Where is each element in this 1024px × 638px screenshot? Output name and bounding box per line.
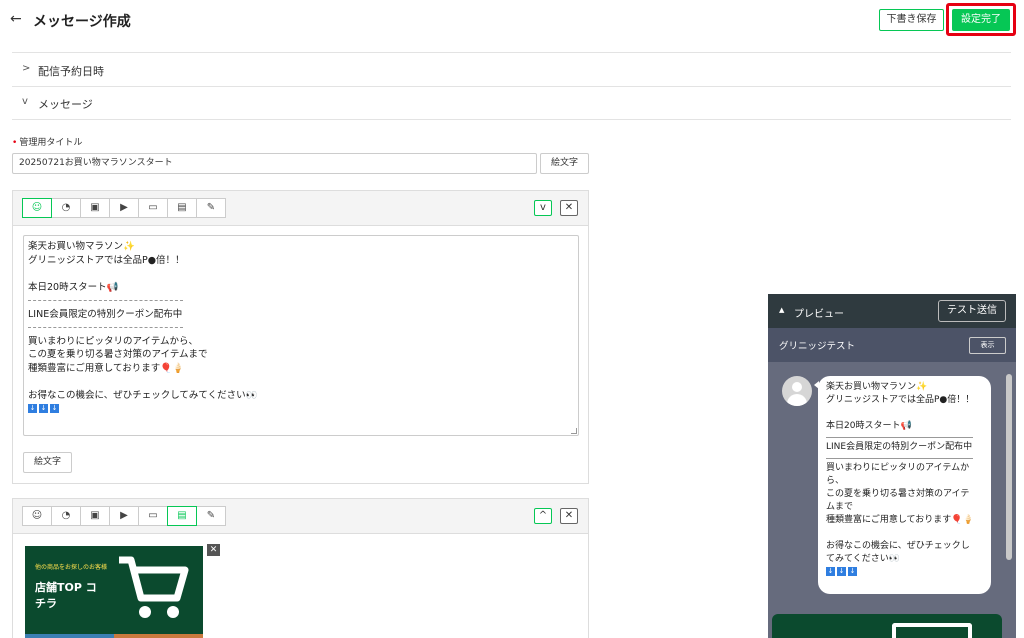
chevron-right-icon: > — [22, 63, 31, 74]
arrow-down-icon: ↓ — [50, 404, 59, 413]
banner-headline: 店舗TOP コチラ — [35, 581, 97, 610]
image-icon[interactable]: ▣ — [80, 198, 110, 218]
arrow-down-icon: ↓ — [848, 567, 857, 576]
text-separator — [28, 294, 574, 308]
rich-message-banner[interactable]: 他の商品をお探しのお客様 店舗TOP コチラ — [25, 546, 203, 638]
banner-caption: 他の商品をお探しのお客様 — [35, 564, 108, 571]
folder-icon[interactable]: ▭ — [138, 506, 168, 526]
required-mark: • — [12, 138, 18, 148]
pencil-icon[interactable]: ✎ — [196, 506, 226, 526]
text-line: 本日20時スタート📢 — [28, 281, 119, 293]
account-name: グリニッジテスト — [779, 341, 856, 352]
preview-banner — [772, 614, 1002, 638]
text-separator — [28, 321, 574, 335]
bubble-line: 買いまわりにピッタリのアイテムか — [826, 463, 970, 473]
bubble-separator — [826, 433, 983, 441]
show-button[interactable]: 表示 — [969, 337, 1006, 354]
text-bubble-icon[interactable]: ☺ — [22, 198, 52, 218]
video-icon[interactable]: ▶ — [109, 506, 139, 526]
section-message[interactable]: v メッセージ — [12, 87, 1011, 119]
preview-account-bar: グリニッジテスト 表示 — [768, 328, 1016, 362]
folder-icon[interactable]: ▭ — [138, 198, 168, 218]
bubble-line: LINE会員限定の特別クーポン配布中 — [826, 442, 973, 452]
back-arrow-icon[interactable]: ← — [10, 11, 22, 27]
sticker-icon[interactable]: ◔ — [51, 506, 81, 526]
bubble-blank-line — [826, 407, 983, 420]
complete-settings-button[interactable]: 設定完了 — [952, 9, 1010, 31]
image-icon[interactable]: ▣ — [80, 506, 110, 526]
bubble-line: ムまで — [826, 502, 854, 512]
bubble-line: ↓ ↓ ↓ — [826, 566, 983, 579]
bubble-line: この夏を乗り切る暑さ対策のアイテ — [826, 489, 970, 499]
message-toolbar: ☺ ◔ ▣ ▶ ▭ ▤ ✎ ^ ✕ — [13, 499, 588, 534]
video-icon[interactable]: ▶ — [109, 198, 139, 218]
pencil-icon[interactable]: ✎ — [196, 198, 226, 218]
text-line: お得なこの機会に、ぜひチェックしてみてください👀 — [28, 389, 258, 401]
collapse-triangle-icon[interactable]: ▲ — [779, 306, 784, 314]
bubble-line: てみてください👀 — [826, 554, 900, 564]
text-line: 買いまわりにピッタリのアイテムから、 — [28, 335, 199, 347]
bubble-blank-line — [826, 527, 983, 540]
divider — [12, 52, 1011, 53]
admin-title-label-text: 管理用タイトル — [19, 138, 83, 148]
bubble-line: グリニッジストアでは全品P●倍！！ — [826, 395, 975, 405]
section-message-label: メッセージ — [38, 98, 93, 111]
text-bubble-icon[interactable]: ☺ — [22, 506, 52, 526]
section-schedule[interactable]: > 配信予約日時 — [12, 54, 1011, 86]
bubble-line: お得なこの機会に、ぜひチェックし — [826, 541, 970, 551]
text-line: グリニッジストアでは全品P●倍！！ — [28, 254, 185, 266]
message-emoji-button[interactable]: 絵文字 — [23, 452, 72, 473]
bubble-line: ら、 — [826, 476, 845, 486]
preview-panel: ▲ プレビュー テスト送信 グリニッジテスト 表示 楽天お買い物マラソン✨ グリニ… — [768, 294, 1016, 638]
message-type-tabs: ☺ ◔ ▣ ▶ ▭ ▤ ✎ — [22, 198, 226, 218]
test-send-button[interactable]: テスト送信 — [938, 300, 1006, 322]
resize-handle-icon[interactable] — [571, 428, 577, 434]
list-icon[interactable]: ▤ — [167, 506, 197, 526]
text-line — [28, 267, 574, 281]
arrow-down-icon: ↓ — [826, 567, 835, 576]
admin-title-input[interactable]: 20250721お買い物マラソンスタート — [12, 153, 537, 174]
preview-scrollbar[interactable] — [1006, 374, 1012, 560]
arrow-down-icon: ↓ — [39, 404, 48, 413]
message-editor-2: ☺ ◔ ▣ ▶ ▭ ▤ ✎ ^ ✕ 他の商品をお探しのお客様 店舗TOP コチラ ✕ — [12, 498, 589, 638]
banner-strip — [114, 634, 203, 638]
text-line: LINE会員限定の特別クーポン配布中 — [28, 308, 183, 320]
save-draft-button[interactable]: 下書き保存 — [879, 9, 944, 31]
close-icon[interactable]: ✕ — [207, 544, 220, 556]
page-title: メッセージ作成 — [33, 14, 131, 30]
text-line: 楽天お買い物マラソン✨ — [28, 241, 135, 252]
arrow-down-icon: ↓ — [28, 404, 37, 413]
arrow-down-icon: ↓ — [837, 567, 846, 576]
admin-title-label: • 管理用タイトル — [12, 135, 82, 148]
preview-header: ▲ プレビュー テスト送信 — [768, 294, 1016, 328]
avatar — [782, 376, 812, 406]
bubble-line: 種類豊富にご用意しております🎈🍦 — [826, 515, 974, 525]
shopping-cart-icon — [892, 623, 972, 638]
text-line: この夏を乗り切る暑さ対策のアイテムまで — [28, 349, 208, 360]
chevron-down-icon: v — [22, 96, 28, 107]
message-toolbar: ☺ ◔ ▣ ▶ ▭ ▤ ✎ v ✕ — [13, 191, 588, 226]
bubble-line: 楽天お買い物マラソン✨ — [826, 382, 928, 392]
message-textarea[interactable]: 楽天お買い物マラソン✨ グリニッジストアでは全品P●倍！！ 本日20時スタート📢 LI… — [23, 235, 579, 436]
text-line: ↓ ↓ ↓ — [28, 402, 574, 416]
close-message-button[interactable]: ✕ — [560, 200, 578, 216]
divider — [12, 119, 1011, 120]
message-type-tabs: ☺ ◔ ▣ ▶ ▭ ▤ ✎ — [22, 506, 226, 526]
text-line: 種類豊富にご用意しております🎈🍦 — [28, 362, 184, 374]
preview-message-bubble: 楽天お買い物マラソン✨ グリニッジストアでは全品P●倍！！ 本日20時スタート📢 LI… — [818, 376, 991, 594]
move-down-button[interactable]: v — [534, 200, 552, 216]
move-up-button[interactable]: ^ — [534, 508, 552, 524]
bubble-separator — [826, 454, 983, 462]
bubble-line: 本日20時スタート📢 — [826, 421, 912, 431]
shopping-cart-icon — [119, 556, 189, 618]
header: ← メッセージ作成 下書き保存 設定完了 — [0, 0, 1024, 44]
sticker-icon[interactable]: ◔ — [51, 198, 81, 218]
section-schedule-label: 配信予約日時 — [38, 65, 104, 78]
preview-title: プレビュー — [794, 309, 844, 320]
text-line — [28, 375, 574, 389]
list-icon[interactable]: ▤ — [167, 198, 197, 218]
title-emoji-button[interactable]: 絵文字 — [540, 153, 589, 174]
close-message-button[interactable]: ✕ — [560, 508, 578, 524]
message-editor-1: ☺ ◔ ▣ ▶ ▭ ▤ ✎ v ✕ 楽天お買い物マラソン✨ グリニッジストアでは全品P●倍！！… — [12, 190, 589, 484]
